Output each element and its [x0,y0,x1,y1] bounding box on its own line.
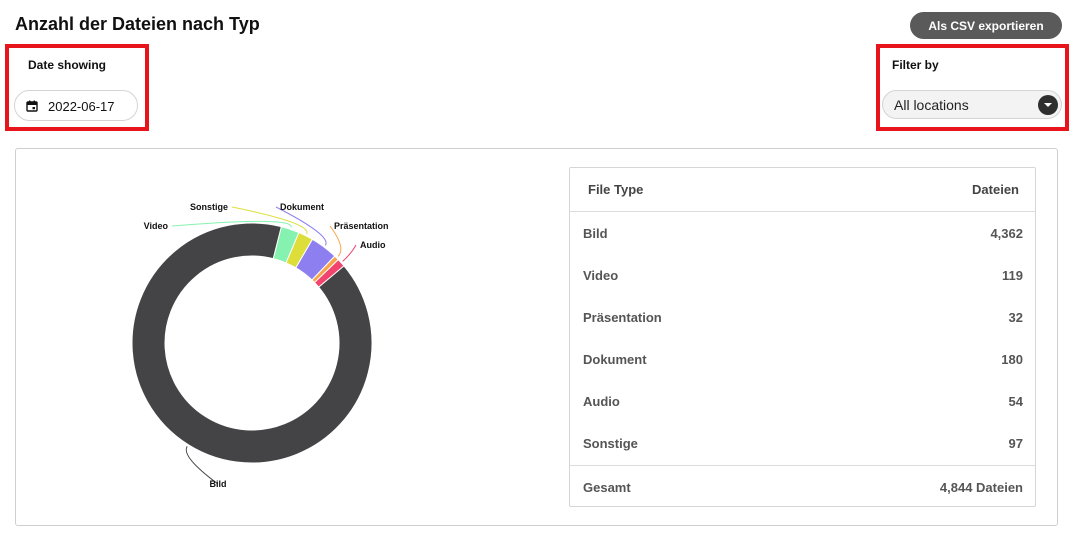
date-picker-input[interactable]: 2022-06-17 [14,90,138,121]
file-type-table: File Type Dateien Bild 4,362 Video 119 P… [569,167,1036,507]
table-total-row: Gesamt 4,844 Dateien [570,465,1035,508]
row-type: Bild [583,226,608,241]
row-count: 4,362 [990,226,1023,241]
chart-panel: Bild Video Sonstige Dokument Präsentation Aud… [15,148,1058,526]
slice-label: Sonstige [190,202,228,212]
row-type: Sonstige [583,436,638,451]
column-header-dateien: Dateien [972,182,1019,197]
location-filter-select[interactable]: All locations [882,90,1062,119]
table-row: Bild 4,362 [570,212,1035,254]
row-type: Audio [583,394,620,409]
calendar-icon [26,100,38,112]
table-row: Video 119 [570,254,1035,296]
slice-label: Dokument [280,202,324,212]
donut-chart: Bild Video Sonstige Dokument Präsentation Aud… [131,202,389,489]
row-count: 54 [1008,394,1023,409]
row-type: Video [583,268,619,283]
row-count: 180 [1001,352,1023,367]
export-csv-button[interactable]: Als CSV exportieren [910,12,1062,39]
column-header-file-type: File Type [588,182,644,197]
row-count: 32 [1008,310,1023,325]
row-type: Dokument [583,352,647,367]
row-count: 97 [1008,436,1023,451]
slice-label: Audio [360,240,386,250]
row-type: Präsentation [583,310,662,325]
slice-label: Bild [210,479,227,489]
total-label: Gesamt [583,480,631,495]
row-count: 119 [1002,268,1023,283]
table-header: File Type Dateien [570,168,1035,212]
table-row: Präsentation 32 [570,296,1035,338]
total-value: 4,844 Dateien [939,480,1023,495]
slice-label: Video [144,221,169,231]
location-filter-value: All locations [894,97,969,113]
date-value: 2022-06-17 [48,99,115,114]
page-title: Anzahl der Dateien nach Typ [15,14,260,34]
table-row: Audio 54 [570,380,1035,422]
slice-label: Präsentation [334,221,389,231]
date-showing-label: Date showing [28,58,107,72]
table-row: Sonstige 97 [570,422,1035,464]
table-row: Dokument 180 [570,338,1035,380]
chevron-down-icon [1038,95,1058,115]
slice-leader-line [342,244,357,262]
filter-by-label: Filter by [892,58,939,72]
